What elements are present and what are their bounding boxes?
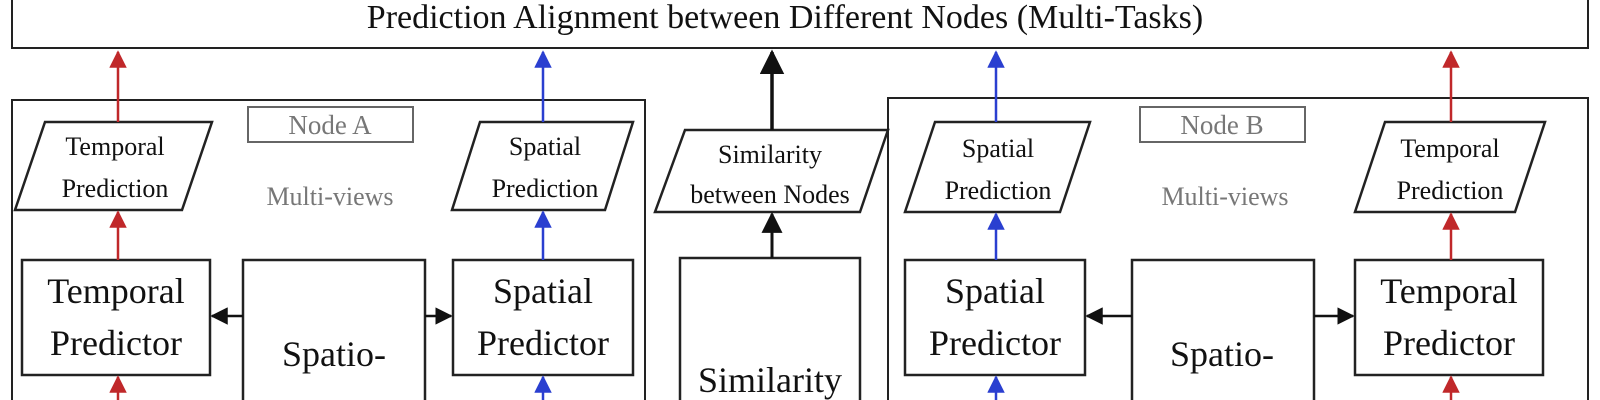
node-a-temporal-prediction-line2: Prediction xyxy=(62,174,169,203)
node-a-spatial-prediction-line2: Prediction xyxy=(492,174,599,203)
node-a-temporal-prediction-line1: Temporal xyxy=(65,132,164,161)
node-b-spatial-predictor-line2: Predictor xyxy=(929,323,1061,363)
node-b-label: Node B xyxy=(1180,110,1263,140)
diagram: Prediction Alignment between Different N… xyxy=(0,0,1600,400)
node-b-spatial-prediction-line2: Prediction xyxy=(945,176,1052,205)
node-b-encoder-label: Spatio- xyxy=(1170,334,1274,374)
node-a-encoder-label: Spatio- xyxy=(282,334,386,374)
node-b-spatial-predictor-line1: Spatial xyxy=(945,271,1045,311)
node-b-encoder-box xyxy=(1130,258,1316,400)
node-b-spatial-prediction-line1: Spatial xyxy=(962,134,1034,163)
node-a-spatial-predictor-line1: Spatial xyxy=(493,271,593,311)
node-a-panel: Node A Multi-views Temporal Prediction S… xyxy=(11,50,646,400)
similarity-module-label: Similarity xyxy=(698,360,842,400)
node-b-temporal-prediction-line2: Prediction xyxy=(1397,176,1504,205)
node-a-label: Node A xyxy=(288,110,372,140)
similarity-output-line1: Similarity xyxy=(718,140,822,169)
node-a-views: Multi-views xyxy=(266,182,393,211)
node-a-temporal-predictor-line2: Predictor xyxy=(50,323,182,363)
node-b-temporal-predictor-line2: Predictor xyxy=(1383,323,1515,363)
similarity-output-line2: between Nodes xyxy=(690,180,850,209)
node-a-temporal-predictor-line1: Temporal xyxy=(47,271,184,311)
node-b-views: Multi-views xyxy=(1161,182,1288,211)
similarity-column: Similarity between Nodes Similarity xyxy=(653,49,890,400)
diagram-title: Prediction Alignment between Different N… xyxy=(367,0,1203,36)
node-b-temporal-prediction-line1: Temporal xyxy=(1400,134,1499,163)
diagram-canvas: Prediction Alignment between Different N… xyxy=(11,0,1589,400)
node-a-spatial-predictor-line2: Predictor xyxy=(477,323,609,363)
node-a-encoder-box xyxy=(241,258,427,400)
node-b-temporal-predictor-line1: Temporal xyxy=(1380,271,1517,311)
node-b-panel: Node B Multi-views Spatial Prediction Te… xyxy=(887,50,1589,400)
node-a-spatial-prediction-line1: Spatial xyxy=(509,132,581,161)
